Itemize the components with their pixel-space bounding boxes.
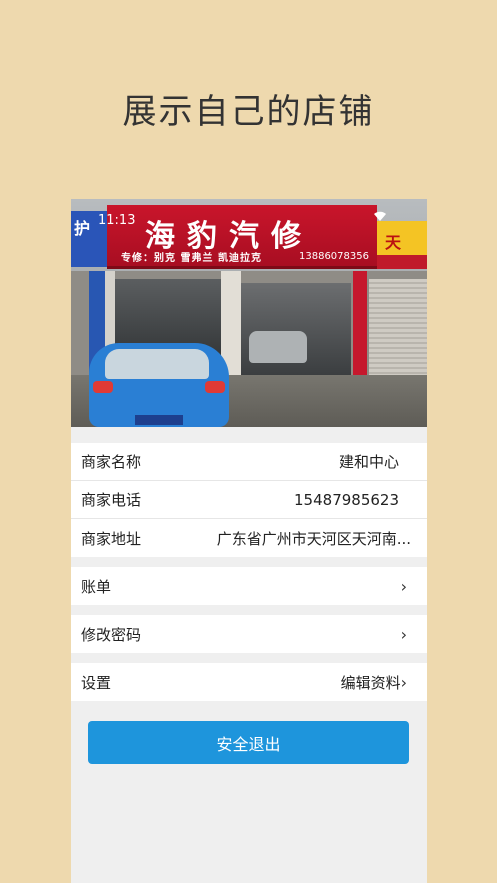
merchant-address-label: 商家地址 bbox=[81, 529, 142, 548]
chevron-right-icon: › bbox=[400, 576, 407, 596]
merchant-name-row: 商家名称 建和中心 bbox=[71, 443, 427, 481]
bill-label: 账单 bbox=[81, 577, 112, 596]
merchant-name-value: 建和中心 bbox=[338, 453, 399, 471]
change-password-item[interactable]: 修改密码 › bbox=[71, 615, 427, 653]
chevron-right-icon: › bbox=[400, 624, 407, 644]
grey-car bbox=[249, 331, 307, 363]
wifi-icon bbox=[373, 211, 387, 225]
page: 展示自己的店铺 护 海豹汽修 专修：别克 雪弗兰 凯迪拉克 1388607835… bbox=[0, 0, 497, 883]
headline: 展示自己的店铺 bbox=[122, 92, 375, 132]
side-sign-right: 天 bbox=[377, 221, 427, 269]
change-password-label: 修改密码 bbox=[81, 625, 142, 644]
shop-photo: 护 海豹汽修 专修：别克 雪弗兰 凯迪拉克 13886078356 天 11:1… bbox=[71, 199, 427, 427]
bill-item[interactable]: 账单 › bbox=[71, 567, 427, 605]
merchant-phone-value: 15487985623 bbox=[294, 490, 399, 509]
chevron-right-icon: › bbox=[400, 672, 407, 692]
edit-profile-hint: 编辑资料 bbox=[340, 673, 401, 692]
merchant-address-row: 商家地址 广东省广州市天河区天河南... bbox=[71, 519, 427, 557]
settings-label: 设置 bbox=[81, 673, 112, 692]
merchant-name-label: 商家名称 bbox=[81, 453, 142, 471]
merchant-address-value: 广东省广州市天河区天河南... bbox=[216, 529, 411, 548]
sign-phone: 13886078356 bbox=[299, 251, 369, 262]
settings-item[interactable]: 设置 编辑资料 › bbox=[71, 663, 427, 701]
merchant-phone-label: 商家电话 bbox=[81, 491, 142, 509]
merchant-phone-row: 商家电话 15487985623 bbox=[71, 481, 427, 519]
merchant-info: 商家名称 建和中心 商家电话 15487985623 商家地址 广东省广州市天河… bbox=[71, 443, 427, 557]
logout-button[interactable]: 安全退出 bbox=[88, 721, 409, 764]
shutter bbox=[369, 279, 427, 375]
phone-screen: 护 海豹汽修 专修：别克 雪弗兰 凯迪拉克 13886078356 天 11:1… bbox=[71, 199, 427, 883]
sign-subtitle: 专修：别克 雪弗兰 凯迪拉克 bbox=[121, 253, 262, 264]
shop-sign: 海豹汽修 专修：别克 雪弗兰 凯迪拉克 13886078356 bbox=[107, 205, 377, 269]
status-time: 11:13 bbox=[98, 213, 136, 228]
